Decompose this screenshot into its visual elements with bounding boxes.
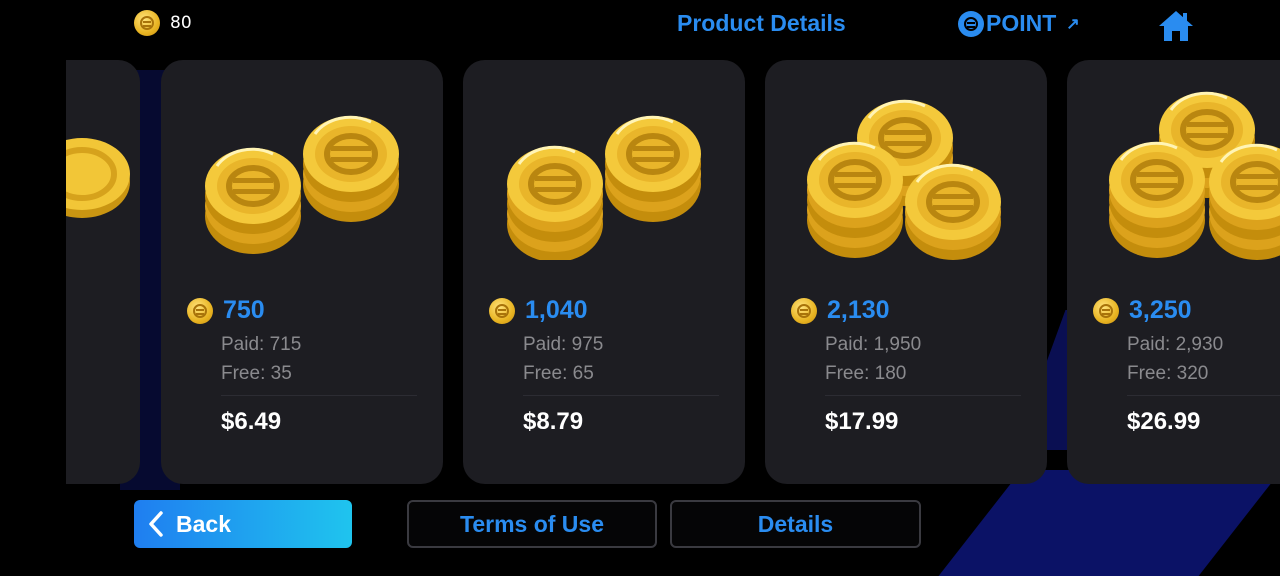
- details-button[interactable]: Details: [670, 500, 921, 548]
- paid-amount: Paid: 975: [523, 334, 604, 355]
- divider: [523, 395, 719, 396]
- back-button[interactable]: Back: [134, 500, 352, 548]
- divider: [825, 395, 1021, 396]
- price: $6.49: [221, 408, 282, 435]
- free-amount: Free: 180: [825, 363, 907, 384]
- coin-amount: 1,040: [525, 296, 588, 324]
- coin-amount: 3,250: [1129, 296, 1192, 324]
- coin-icon: [489, 297, 515, 324]
- chevron-left-icon: [149, 511, 163, 537]
- background-decoration: [938, 470, 1280, 576]
- product-card[interactable]: 3,250 Paid: 2,930 Free: 320 $26.99: [1067, 60, 1280, 484]
- coin-stack-icon: [765, 90, 1047, 260]
- point-icon: [958, 10, 984, 37]
- coin-stack-icon: [66, 138, 130, 218]
- free-amount: Free: 35: [221, 363, 292, 384]
- coin-balance: 80: [134, 10, 192, 36]
- price: $26.99: [1127, 408, 1201, 435]
- divider: [221, 395, 417, 396]
- terms-of-use-button[interactable]: Terms of Use: [407, 500, 657, 548]
- coin-icon: [134, 10, 160, 36]
- price: $8.79: [523, 408, 584, 435]
- coin-icon: [1093, 297, 1119, 324]
- free-amount: Free: 320: [1127, 363, 1209, 384]
- coin-amount: 750: [223, 296, 265, 324]
- amount-row: 750: [187, 296, 265, 325]
- paid-amount: Paid: 2,930: [1127, 334, 1224, 355]
- coin-icon: [187, 297, 213, 324]
- coin-stack-icon: [1067, 90, 1280, 260]
- amount-row: 1,040: [489, 296, 588, 325]
- coin-amount: 2,130: [827, 296, 890, 324]
- coin-stack-icon: [463, 90, 745, 260]
- product-card[interactable]: 750 Paid: 715 Free: 35 $6.49: [161, 60, 443, 484]
- paid-amount: Paid: 715: [221, 334, 302, 355]
- amount-row: 3,250: [1093, 296, 1192, 325]
- point-label: POINT: [986, 10, 1057, 36]
- coin-icon: [791, 297, 817, 324]
- product-card[interactable]: 2,130 Paid: 1,950 Free: 180 $17.99: [765, 60, 1047, 484]
- price: $17.99: [825, 408, 899, 435]
- divider: [1127, 395, 1280, 396]
- free-amount: Free: 65: [523, 363, 594, 384]
- paid-amount: Paid: 1,950: [825, 334, 922, 355]
- amount-row: 2,130: [791, 296, 890, 325]
- product-carousel[interactable]: 750 Paid: 715 Free: 35 $6.49 1,040 Paid:…: [66, 60, 1280, 484]
- back-label: Back: [176, 510, 231, 537]
- home-icon[interactable]: [1157, 8, 1195, 44]
- balance-value: 80: [170, 13, 192, 33]
- product-details-link[interactable]: Product Details: [677, 10, 846, 37]
- point-link[interactable]: POINT ↗: [958, 10, 1080, 37]
- external-link-icon: ↗: [1066, 15, 1080, 33]
- product-card[interactable]: 1,040 Paid: 975 Free: 65 $8.79: [463, 60, 745, 484]
- product-card-partial[interactable]: [66, 60, 140, 484]
- coin-stack-icon: [161, 90, 443, 254]
